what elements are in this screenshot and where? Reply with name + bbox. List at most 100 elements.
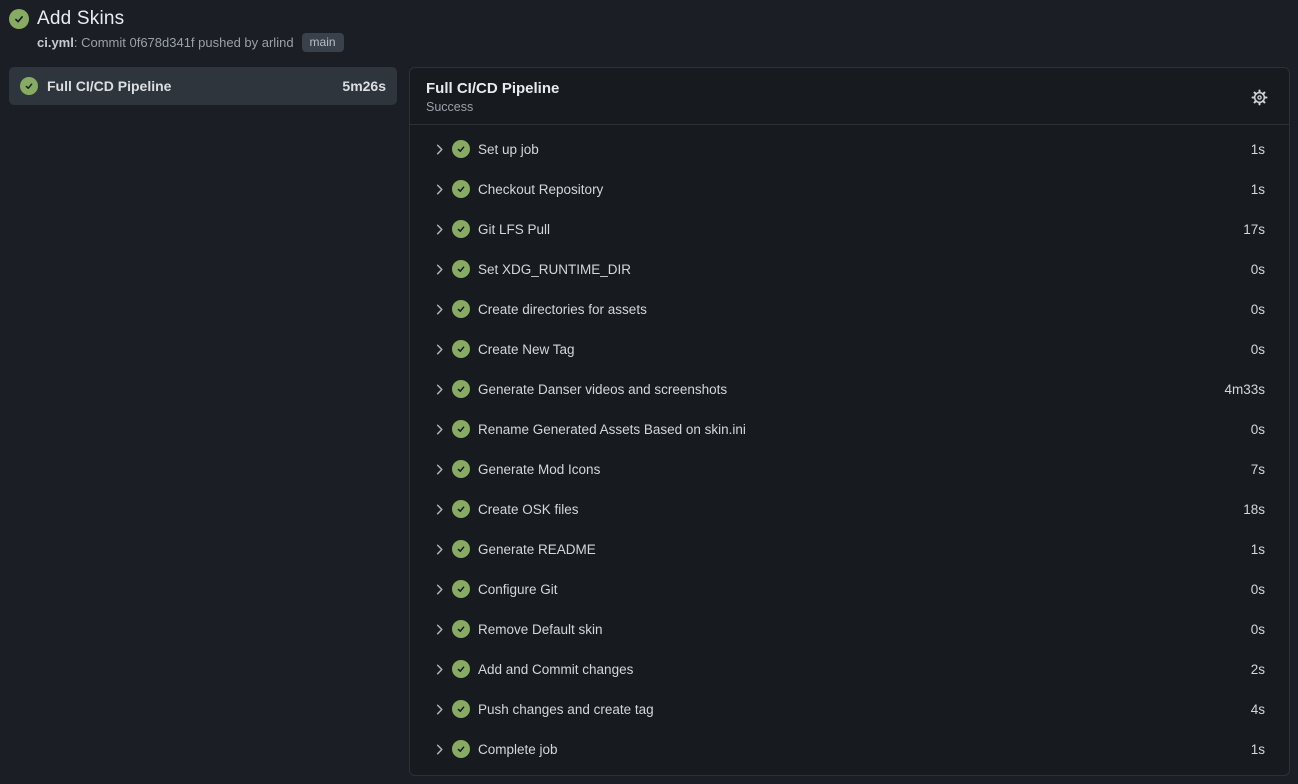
check-circle-icon [452,580,470,598]
check-circle-icon [9,9,29,29]
run-header: Add Skins ci.yml: Commit 0f678d341f push… [9,8,1290,52]
chevron-right-icon [432,622,447,637]
step-row[interactable]: Create OSK files 18s [410,489,1289,529]
step-name: Remove Default skin [478,622,603,637]
check-circle-icon [452,660,470,678]
step-name: Push changes and create tag [478,702,654,717]
chevron-right-icon [432,182,447,197]
job-panel-header: Full CI/CD Pipeline Success [410,68,1289,125]
step-duration: 1s [1251,182,1265,197]
check-circle-icon [452,740,470,758]
job-panel: Full CI/CD Pipeline Success [409,67,1290,776]
check-circle-icon [452,460,470,478]
sidebar-job-item[interactable]: Full CI/CD Pipeline 5m26s [9,67,397,105]
check-circle-icon [452,500,470,518]
step-row[interactable]: Rename Generated Assets Based on skin.in… [410,409,1289,449]
chevron-right-icon [432,662,447,677]
step-row[interactable]: Create New Tag 0s [410,329,1289,369]
step-row[interactable]: Set XDG_RUNTIME_DIR 0s [410,249,1289,289]
chevron-right-icon [432,742,447,757]
run-subtitle: ci.yml: Commit 0f678d341f pushed by arli… [37,33,1290,52]
step-row[interactable]: Generate README 1s [410,529,1289,569]
step-duration: 4m33s [1224,382,1265,397]
chevron-right-icon [432,222,447,237]
step-duration: 7s [1251,462,1265,477]
check-circle-icon [452,420,470,438]
step-row[interactable]: Remove Default skin 0s [410,609,1289,649]
workflow-file-label: ci.yml [37,35,74,50]
step-row[interactable]: Set up job 1s [410,129,1289,169]
step-row[interactable]: Create directories for assets 0s [410,289,1289,329]
step-name: Set XDG_RUNTIME_DIR [478,262,631,277]
step-name: Complete job [478,742,558,757]
steps-list: Set up job 1s Checkout Repository 1s Git… [410,125,1289,773]
chevron-right-icon [432,542,447,557]
check-circle-icon [452,700,470,718]
chevron-right-icon [432,382,447,397]
step-name: Create OSK files [478,502,579,517]
step-duration: 1s [1251,142,1265,157]
step-duration: 0s [1251,582,1265,597]
chevron-right-icon [432,422,447,437]
step-duration: 0s [1251,622,1265,637]
check-circle-icon [452,340,470,358]
jobs-sidebar: Full CI/CD Pipeline 5m26s [9,67,397,105]
step-row[interactable]: Complete job 1s [410,729,1289,769]
chevron-right-icon [432,262,447,277]
step-duration: 4s [1251,702,1265,717]
step-name: Create New Tag [478,342,575,357]
step-duration: 0s [1251,342,1265,357]
run-content: Full CI/CD Pipeline 5m26s Full CI/CD Pip… [9,67,1290,776]
step-name: Git LFS Pull [478,222,550,237]
step-name: Configure Git [478,582,558,597]
jobs-list: Full CI/CD Pipeline 5m26s [9,67,397,105]
step-row[interactable]: Add and Commit changes 2s [410,649,1289,689]
step-row[interactable]: Git LFS Pull 17s [410,209,1289,249]
actions-run-page: Add Skins ci.yml: Commit 0f678d341f push… [0,0,1298,784]
step-row[interactable]: Generate Danser videos and screenshots 4… [410,369,1289,409]
step-name: Rename Generated Assets Based on skin.in… [478,422,746,437]
step-name: Add and Commit changes [478,662,633,677]
step-duration: 17s [1243,222,1265,237]
step-row[interactable]: Push changes and create tag 4s [410,689,1289,729]
chevron-right-icon [432,582,447,597]
check-circle-icon [452,380,470,398]
step-name: Create directories for assets [478,302,647,317]
chevron-right-icon [432,342,447,357]
check-circle-icon [20,77,38,95]
check-circle-icon [452,540,470,558]
check-circle-icon [452,260,470,278]
step-duration: 1s [1251,542,1265,557]
step-duration: 18s [1243,502,1265,517]
check-circle-icon [452,300,470,318]
step-row[interactable]: Checkout Repository 1s [410,169,1289,209]
job-name: Full CI/CD Pipeline [47,78,171,94]
step-name: Checkout Repository [478,182,603,197]
check-circle-icon [452,180,470,198]
chevron-right-icon [432,702,447,717]
step-duration: 0s [1251,422,1265,437]
job-duration: 5m26s [342,78,386,94]
job-title: Full CI/CD Pipeline [426,80,559,97]
chevron-right-icon [432,302,447,317]
job-status: Success [426,100,559,114]
step-row[interactable]: Configure Git 0s [410,569,1289,609]
check-circle-icon [452,220,470,238]
chevron-right-icon [432,502,447,517]
gear-icon[interactable] [1248,86,1271,109]
step-duration: 0s [1251,262,1265,277]
step-duration: 2s [1251,662,1265,677]
run-title: Add Skins [37,8,124,30]
step-name: Set up job [478,142,539,157]
step-row[interactable]: Generate Mod Icons 7s [410,449,1289,489]
check-circle-icon [452,620,470,638]
chevron-right-icon [432,462,447,477]
step-duration: 0s [1251,302,1265,317]
step-name: Generate README [478,542,596,557]
step-name: Generate Mod Icons [478,462,600,477]
commit-text: : Commit 0f678d341f pushed by arlind [74,35,294,50]
branch-badge[interactable]: main [302,33,344,52]
chevron-right-icon [432,142,447,157]
step-name: Generate Danser videos and screenshots [478,382,727,397]
step-duration: 1s [1251,742,1265,757]
